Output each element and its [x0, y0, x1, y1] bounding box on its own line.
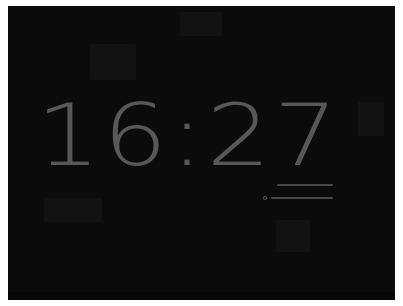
- alarm-text: [263, 195, 333, 201]
- date-text: [277, 182, 333, 188]
- alarm-text-line: [271, 197, 333, 199]
- bottom-bar: [8, 292, 395, 300]
- background-blotch: [180, 12, 222, 36]
- alarm-icon: [263, 196, 268, 200]
- date-text-line: [277, 184, 333, 186]
- background-blotch: [90, 44, 136, 80]
- background-blotch: [276, 220, 310, 252]
- clock-time: 16:27: [36, 86, 341, 186]
- lockscreen: 16:27: [8, 6, 395, 300]
- background-blotch: [44, 198, 102, 222]
